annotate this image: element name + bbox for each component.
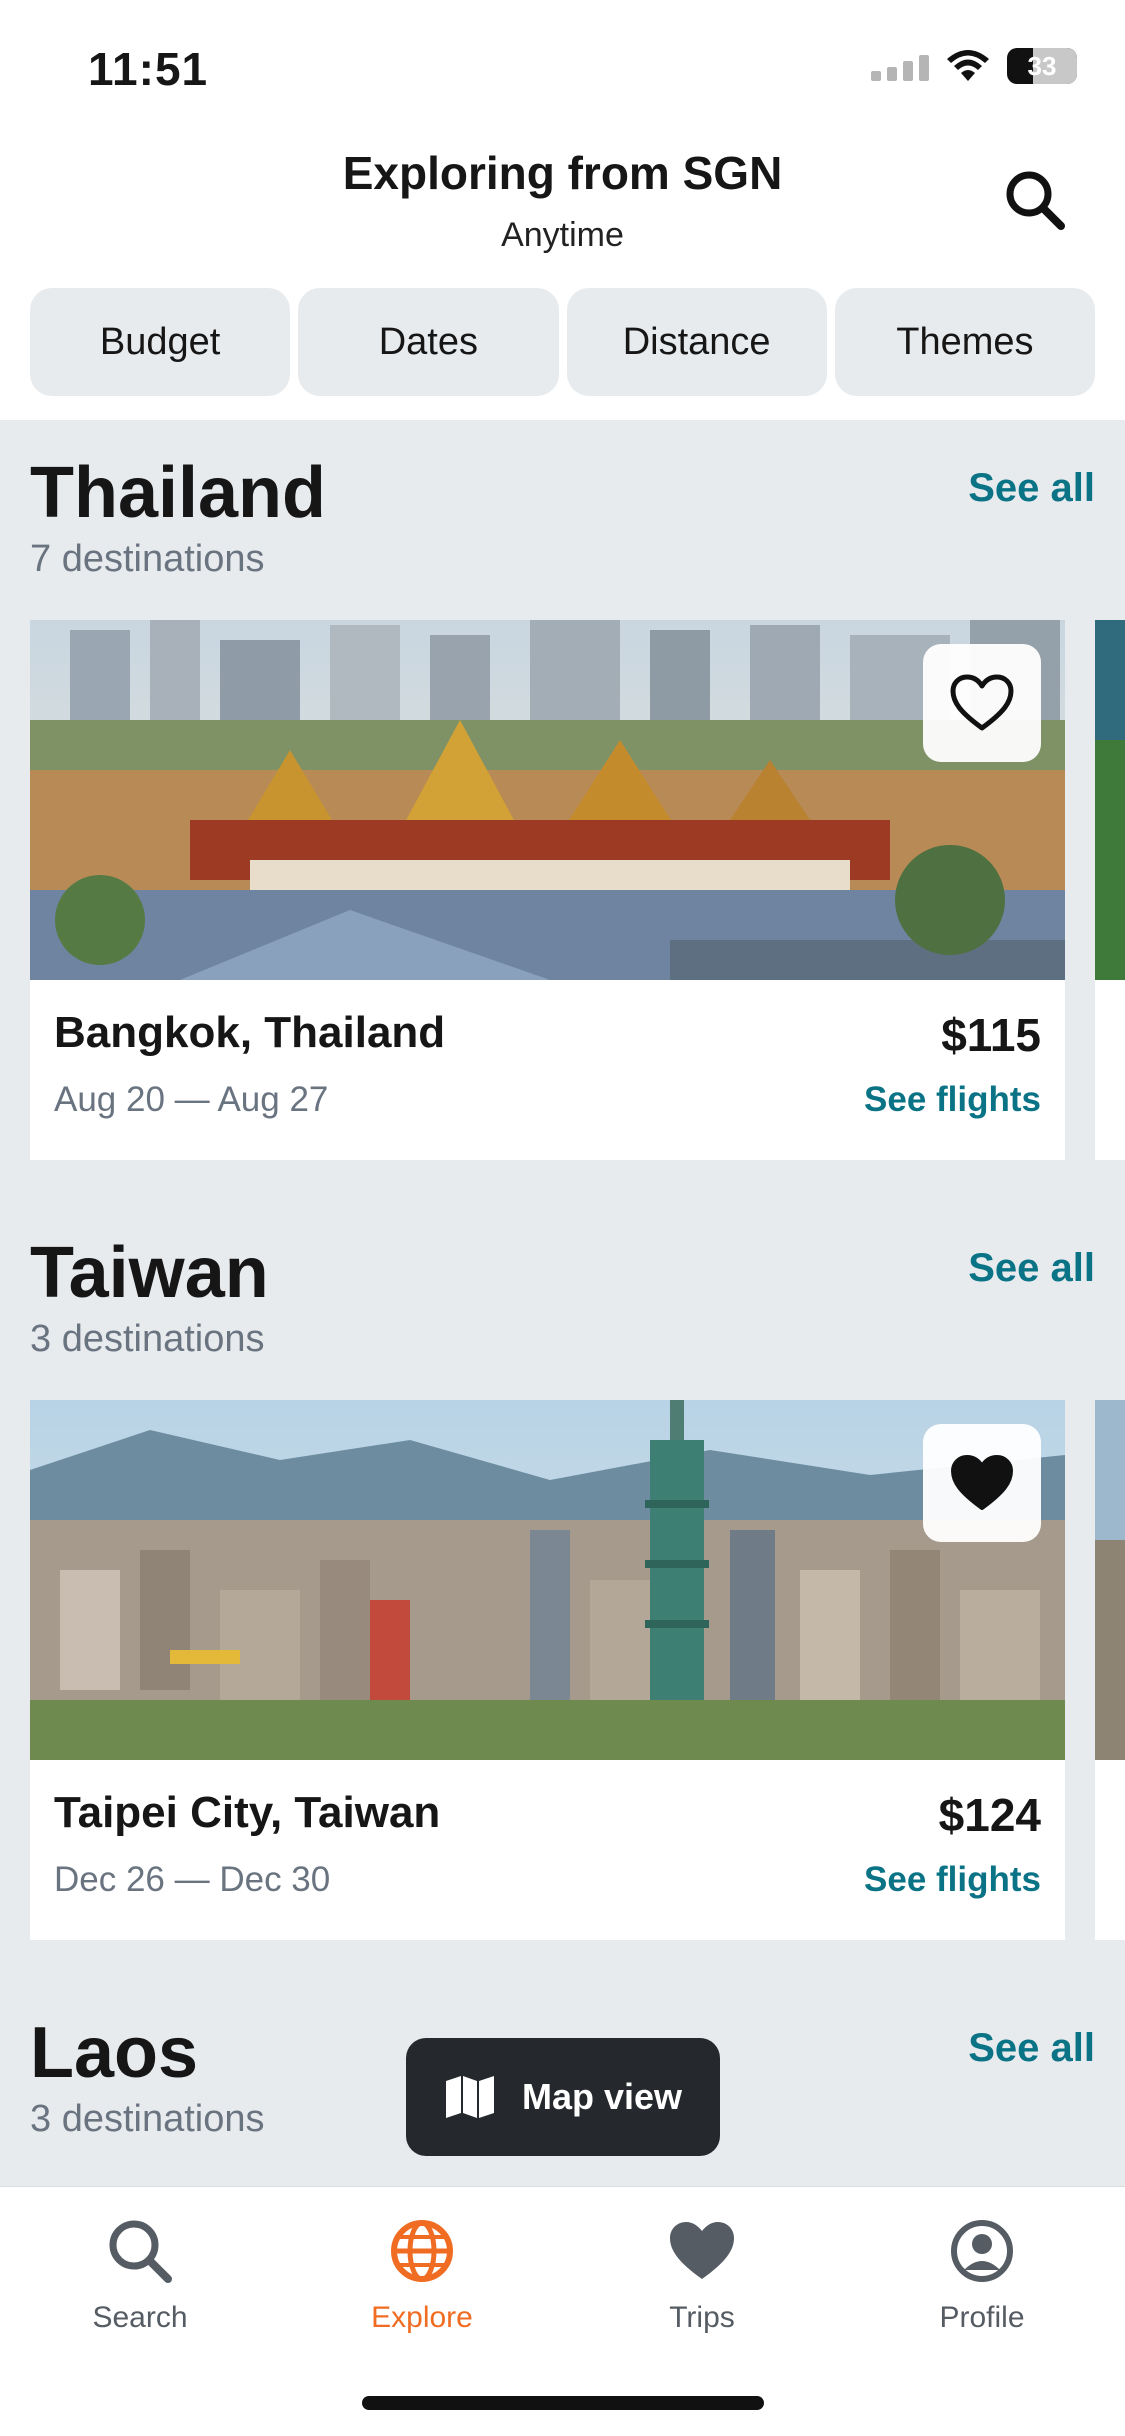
wifi-icon (947, 50, 989, 81)
section-title: Thailand (30, 453, 327, 533)
battery-level: 33 (1027, 50, 1057, 81)
search-icon (1006, 171, 1065, 230)
filter-distance[interactable]: Distance (566, 288, 827, 396)
see-all-link[interactable]: See all (968, 466, 1095, 511)
favorite-button[interactable] (923, 644, 1041, 762)
section-title: Taiwan (30, 1233, 269, 1313)
page-title: Exploring from SGN (342, 147, 783, 199)
filter-budget[interactable]: Budget (30, 288, 291, 396)
search-icon (109, 2220, 172, 2283)
destination-dates: Aug 20 — Aug 27 (54, 1080, 329, 1119)
section-count: 7 destinations (30, 538, 265, 580)
filter-dates[interactable]: Dates (298, 288, 559, 396)
destination-card-bangkok[interactable]: Bangkok, Thailand Aug 20 — Aug 27 $115 S… (30, 620, 1065, 1160)
see-flights-link[interactable]: See flights (864, 1080, 1041, 1120)
see-all-link[interactable]: See all (968, 2026, 1095, 2071)
destination-name: Bangkok, Thailand (54, 1008, 446, 1057)
status-time: 11:51 (88, 43, 209, 95)
signal-icon (871, 51, 929, 81)
nav-explore[interactable]: Explore (322, 2211, 522, 2335)
nav-search[interactable]: Search (40, 2211, 240, 2335)
globe-icon (391, 2220, 453, 2282)
destination-name: Taipei City, Taiwan (54, 1788, 441, 1837)
destination-card-taipei[interactable]: Taipei City, Taiwan Dec 26 — Dec 30 $124… (30, 1400, 1065, 1940)
filter-bar: Budget Dates Distance Themes (30, 288, 1095, 396)
section-count: 3 destinations (30, 1318, 265, 1360)
profile-icon (951, 2220, 1013, 2282)
map-view-button[interactable]: Map view (406, 2038, 720, 2156)
see-all-link[interactable]: See all (968, 1246, 1095, 1291)
destination-price: $124 (938, 1789, 1041, 1841)
destination-dates: Dec 26 — Dec 30 (54, 1860, 331, 1899)
nav-trips[interactable]: Trips (602, 2211, 802, 2335)
destination-price: $115 (941, 1009, 1041, 1061)
map-view-label: Map view (521, 2076, 683, 2117)
map-icon (445, 2076, 494, 2118)
status-icons: 33 (871, 48, 1077, 84)
search-button[interactable] (995, 160, 1075, 240)
see-flights-link[interactable]: See flights (864, 1860, 1041, 1900)
nav-label: Search (92, 2301, 188, 2334)
nav-profile[interactable]: Profile (882, 2211, 1082, 2335)
destination-image (30, 620, 1065, 980)
section-count: 3 destinations (30, 2098, 265, 2140)
section-thailand: Thailand 7 destinations See all Bangkok,… (0, 452, 1125, 1172)
destination-image (30, 1400, 1065, 1760)
next-destination-card[interactable] (1095, 1400, 1125, 1940)
favorite-button[interactable] (923, 1424, 1041, 1542)
heart-icon (670, 2222, 734, 2279)
next-destination-card[interactable] (1095, 620, 1125, 1160)
heart-filled-icon (951, 1455, 1013, 1510)
battery-icon: 33 (1007, 48, 1077, 84)
nav-label: Profile (939, 2301, 1025, 2334)
header: Exploring from SGN Anytime Budget Dates … (0, 130, 1125, 420)
section-title: Laos (30, 2013, 199, 2093)
home-indicator (362, 2396, 764, 2410)
nav-label: Explore (371, 2301, 473, 2334)
section-taiwan: Taiwan 3 destinations See all Taipei Cit… (0, 1232, 1125, 1952)
nav-label: Trips (669, 2301, 735, 2334)
status-bar: 11:51 33 (0, 0, 1125, 130)
heart-outline-icon (950, 674, 1014, 731)
date-subtitle[interactable]: Anytime (0, 216, 1125, 255)
filter-themes[interactable]: Themes (834, 288, 1095, 396)
